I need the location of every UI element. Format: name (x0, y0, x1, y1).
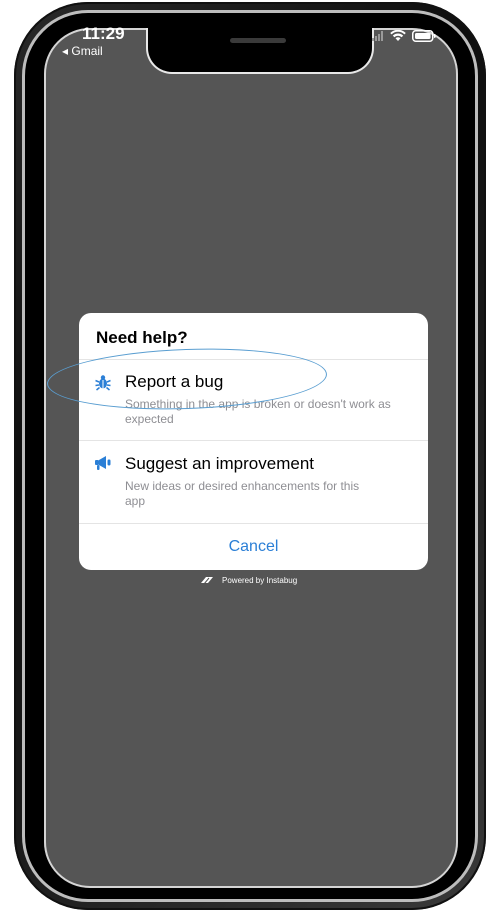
status-icons (372, 30, 436, 42)
report-bug-option[interactable]: Report a bug Something in the app is bro… (79, 359, 428, 440)
help-dialog: Need help? Report a bug Something in the… (79, 313, 428, 570)
bug-icon (95, 375, 111, 391)
suggest-improvement-option[interactable]: Suggest an improvement New ideas or desi… (79, 441, 428, 523)
back-to-gmail-link[interactable]: ◂ Gmail (62, 44, 103, 58)
suggest-improvement-description: New ideas or desired enhancements for th… (125, 479, 360, 508)
cancel-button[interactable]: Cancel (79, 524, 428, 570)
report-bug-title: Report a bug (125, 372, 224, 391)
instabug-logo-icon (200, 577, 213, 585)
wifi-icon (390, 30, 406, 41)
speaker-grille (230, 38, 286, 43)
status-time: 11:29 (82, 24, 125, 43)
suggest-improvement-title: Suggest an improvement (125, 454, 314, 473)
battery-icon (412, 30, 436, 42)
megaphone-icon (95, 456, 111, 470)
notch (146, 28, 374, 74)
dialog-title: Need help? (96, 328, 188, 347)
powered-by-instabug: Powered by Instabug (200, 576, 297, 585)
report-bug-description: Something in the app is broken or doesn'… (125, 397, 391, 426)
signal-icon (372, 31, 383, 41)
powered-by-text: Powered by Instabug (222, 576, 298, 585)
screenshot-canvas: 11:29 ◂ Gmail Need help? Report a bug So… (0, 0, 487, 914)
